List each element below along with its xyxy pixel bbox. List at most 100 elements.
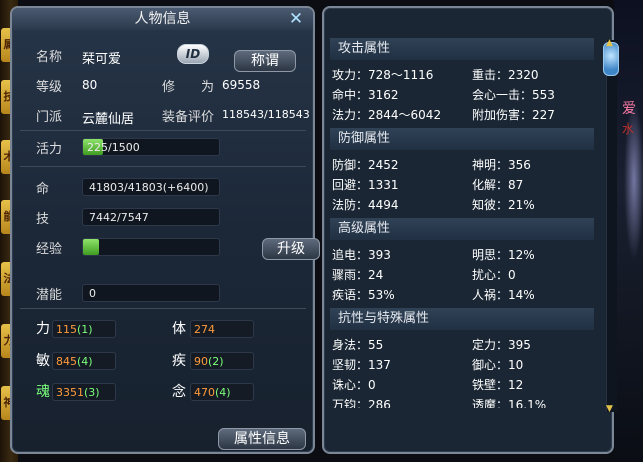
section-header-attack: 攻击属性 <box>330 38 594 60</box>
cultivation-label: 修 为 <box>162 80 215 95</box>
divider <box>20 166 306 167</box>
section-header-advanced: 高级属性 <box>330 218 594 240</box>
attr-cell: 重击：2320 <box>472 68 539 82</box>
attr-row: 法防：4494 知彼：21% <box>332 194 594 214</box>
soul-bonus: (3) <box>84 386 100 399</box>
attr-cell: 万钧：286 <box>332 398 391 408</box>
agi-value: 845 <box>56 355 77 368</box>
hp-label: 命 <box>36 182 50 197</box>
exp-bar <box>82 238 220 256</box>
potential-label: 潜能 <box>36 288 63 303</box>
attr-cell: 骤雨：24 <box>332 268 384 282</box>
soul-label: 魂 <box>36 384 50 400</box>
hp-value-field: 41803/41803(+6400) <box>82 178 220 196</box>
mind-value: 470 <box>194 386 215 399</box>
attr-cell: 诛心：0 <box>332 378 376 392</box>
attr-cell: 神明：356 <box>472 158 531 172</box>
attr-cell: 御心：10 <box>472 358 524 372</box>
attr-cell: 法力：2844～6042 <box>332 108 442 122</box>
str-bonus: (1) <box>77 323 93 336</box>
name-value: 栞可爱 <box>82 52 122 67</box>
sect-value: 云麓仙居 <box>82 112 135 127</box>
attr-cell: 定力：395 <box>472 338 531 352</box>
attr-cell: 追电：393 <box>332 248 391 262</box>
attr-row: 攻力：728～1116 重击：2320 <box>332 64 594 84</box>
divider <box>20 308 306 309</box>
attr-cell: 法防：4494 <box>332 198 399 212</box>
attribute-info-button[interactable]: 属性信息 <box>218 428 306 450</box>
attr-row: 法力：2844～6042 附加伤害：227 <box>332 104 594 124</box>
soul-field: 3351(3) <box>52 383 116 401</box>
con-label: 体 <box>172 321 186 337</box>
attr-cell: 回避：1331 <box>332 178 399 192</box>
character-info-panel: 人物信息 ✕ 名称 栞可爱 ID 称谓 等级 80 修 为 69558 门派 云… <box>10 6 320 454</box>
level-value: 80 <box>82 78 98 92</box>
name-label: 名称 <box>36 50 63 65</box>
attr-row: 坚韧：137 御心：10 <box>332 354 594 374</box>
attr-cell: 知彼：21% <box>472 198 535 212</box>
attr-cell: 化解：87 <box>472 178 524 192</box>
spd-bonus: (2) <box>208 355 224 368</box>
section-header-resistance: 抗性与特殊属性 <box>330 308 594 330</box>
mp-value-field: 7442/7547 <box>82 208 220 226</box>
vigor-bar: 225/1500 <box>82 138 220 156</box>
panel-title: 人物信息 <box>12 8 313 30</box>
attr-row: 追电：393 明思：12% <box>332 244 594 264</box>
attr-row: 疾语：53% 人祸：14% <box>332 284 594 304</box>
soul-value: 3351 <box>56 386 84 399</box>
attr-cell: 透魔：16.1% <box>472 398 547 408</box>
attr-row: 身法：55 定力：395 <box>332 334 594 354</box>
con-field: 274 <box>190 320 254 338</box>
equip-label: 装备评价 <box>162 110 215 125</box>
attr-row: 回避：1331 化解：87 <box>332 174 594 194</box>
levelup-button[interactable]: 升级 <box>262 238 320 260</box>
scroll-up-icon[interactable]: ▲ <box>606 38 613 48</box>
attr-cell: 命中：3162 <box>332 88 399 102</box>
str-field: 115(1) <box>52 320 116 338</box>
level-label: 等级 <box>36 80 63 95</box>
attr-cell: 疾语：53% <box>332 288 395 302</box>
cultivation-value: 69558 <box>222 78 261 92</box>
vigor-value: 225/1500 <box>87 141 140 154</box>
attr-cell: 攻力：728～1116 <box>332 68 434 82</box>
attr-cell: 附加伤害：227 <box>472 108 555 122</box>
attribute-detail-panel: 攻击属性 攻力：728～1116 重击：2320 命中：3162 会心一击：553 … <box>322 6 619 454</box>
title-button[interactable]: 称谓 <box>234 50 296 72</box>
agi-field: 845(4) <box>52 352 116 370</box>
exp-bar-fill <box>83 239 100 255</box>
agi-bonus: (4) <box>77 355 93 368</box>
attr-row: 万钧：286 透魔：16.1% <box>332 394 594 408</box>
attr-row: 诛心：0 铁壁：12 <box>332 374 594 394</box>
attr-cell: 人祸：14% <box>472 288 535 302</box>
scrollbar-track[interactable] <box>606 40 617 412</box>
attr-cell: 防御：2452 <box>332 158 399 172</box>
close-icon[interactable]: ✕ <box>287 10 305 28</box>
spd-field: 90(2) <box>190 352 254 370</box>
id-badge-icon[interactable]: ID <box>177 44 209 64</box>
exp-label: 经验 <box>36 242 63 257</box>
sect-label: 门派 <box>36 110 63 125</box>
scene-text-2: 水 <box>622 122 635 136</box>
mp-label: 技 <box>36 212 50 227</box>
mind-bonus: (4) <box>215 386 231 399</box>
agi-label: 敏 <box>36 353 50 369</box>
attr-cell: 会心一击：553 <box>472 88 555 102</box>
str-label: 力 <box>36 321 50 337</box>
scene-text-1: 爱 <box>622 101 636 117</box>
spd-value: 90 <box>194 355 208 368</box>
attr-cell: 明思：12% <box>472 248 535 262</box>
con-value: 274 <box>194 323 215 336</box>
vigor-label: 活力 <box>36 142 63 157</box>
attr-row: 命中：3162 会心一击：553 <box>332 84 594 104</box>
scroll-down-icon[interactable]: ▼ <box>606 404 613 414</box>
mind-label: 念 <box>172 384 186 400</box>
equip-value: 118543/118543 <box>222 108 310 121</box>
attr-row: 防御：2452 神明：356 <box>332 154 594 174</box>
section-header-defense: 防御属性 <box>330 128 594 150</box>
attr-row: 骤雨：24 扰心：0 <box>332 264 594 284</box>
spd-label: 疾 <box>172 353 186 369</box>
attr-cell: 铁壁：12 <box>472 378 524 392</box>
attr-cell: 扰心：0 <box>472 268 516 282</box>
attr-cell: 身法：55 <box>332 338 384 352</box>
divider <box>20 130 306 131</box>
